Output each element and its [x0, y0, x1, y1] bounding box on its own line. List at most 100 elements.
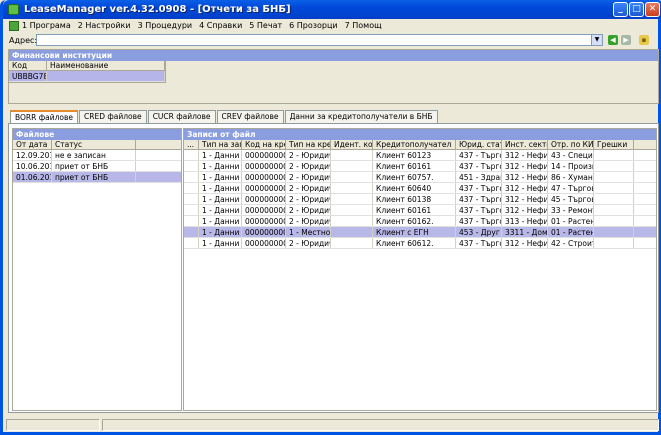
- record-row[interactable]: 1 - Данни за00000000072 - Юридиче Клиент …: [184, 216, 656, 227]
- record-cell-inst-sector: 312 - Нефинан: [502, 161, 548, 171]
- column-header-record-type[interactable]: Тип на запис: [199, 140, 242, 149]
- record-row[interactable]: 1 - Данни за00000000032 - Юридиче Клиент …: [184, 172, 656, 183]
- column-header-credit-code[interactable]: Код на креди: [242, 140, 286, 149]
- record-cell-record-type: 1 - Данни за: [199, 216, 242, 226]
- record-cell-legal-status: 437 - Търговс: [456, 161, 502, 171]
- record-row[interactable]: 1 - Данни за00000000042 - Юридиче Клиент …: [184, 183, 656, 194]
- record-cell-record-type: 1 - Данни за: [199, 194, 242, 204]
- back-arrow-icon[interactable]: ◀: [608, 35, 618, 45]
- institutions-panel: Финансови институции Код Наименование UB…: [8, 49, 659, 104]
- app-menu-icon[interactable]: [9, 20, 19, 31]
- file-row[interactable]: 12.09.2011не е записан: [13, 150, 181, 161]
- record-cell-credit-code: 0000000009: [242, 238, 286, 248]
- column-header-name[interactable]: Наименование: [47, 61, 165, 70]
- column-header-status[interactable]: Статус: [52, 140, 136, 149]
- record-row[interactable]: 1 - Данни за00000000092 - Юридиче Клиент …: [184, 238, 656, 249]
- file-type-tabs: BORR файлове CRED файлове CUCR файлове C…: [10, 110, 439, 124]
- record-cell-borrower: Клиент 60757.: [373, 172, 456, 182]
- record-cell-errors: [594, 150, 634, 160]
- record-cell-ident-code: [331, 205, 373, 215]
- record-cell-record-type: 1 - Данни за: [199, 150, 242, 160]
- record-cell-credit-code: 0000000008: [242, 227, 286, 237]
- record-cell-legal-status: 437 - Търговс: [456, 216, 502, 226]
- address-input[interactable]: ▼: [36, 34, 603, 46]
- address-dropdown-icon[interactable]: ▼: [591, 35, 602, 45]
- column-header-credit-type[interactable]: Тип на креди: [286, 140, 331, 149]
- record-cell-select: [184, 194, 199, 204]
- record-cell-errors: [594, 227, 634, 237]
- column-header-from-date[interactable]: От дата: [13, 140, 52, 149]
- record-cell-credit-type: 2 - Юридиче: [286, 172, 331, 182]
- tab-content: Файлове От дата Статус 12.09.2011не е за…: [8, 123, 659, 413]
- status-cell-left: [6, 419, 100, 431]
- record-cell-ident-code: [331, 227, 373, 237]
- record-cell-credit-type: 2 - Юридиче: [286, 238, 331, 248]
- address-bar: Адрес: ▼ ◀ ▶ ▪: [6, 33, 661, 47]
- record-cell-kid-branch: 42 - Строител: [548, 238, 594, 248]
- record-cell-borrower: Клиент 60612.: [373, 238, 456, 248]
- record-cell-errors: [594, 205, 634, 215]
- maximize-button[interactable]: □: [629, 2, 644, 17]
- institution-row[interactable]: UBBBG789: [9, 71, 165, 82]
- menu-bar: 1 Програма 2 Настройки 3 Процедури 4 Спр…: [6, 19, 661, 32]
- menu-program[interactable]: 1 Програма: [22, 21, 71, 30]
- record-cell-credit-code: 0000000001: [242, 150, 286, 160]
- tab-crev[interactable]: CREV файлове: [216, 110, 284, 123]
- tab-borrower-data[interactable]: Данни за кредитополучатели в БНБ: [284, 110, 438, 123]
- menu-procedures[interactable]: 3 Процедури: [138, 21, 193, 30]
- file-row[interactable]: 01.06.2011приет от БНБ: [13, 172, 181, 183]
- institutions-header: Финансови институции: [9, 50, 658, 61]
- forward-arrow-icon[interactable]: ▶: [621, 35, 631, 45]
- record-cell-kid-branch: 33 - Ремонт и: [548, 205, 594, 215]
- record-cell-credit-code: 0000000007: [242, 216, 286, 226]
- tab-borr[interactable]: BORR файлове: [10, 110, 79, 124]
- record-cell-inst-sector: 312 - Нефинан: [502, 238, 548, 248]
- column-header-ident-code[interactable]: Идент. код: [331, 140, 373, 149]
- record-cell-credit-type: 2 - Юридиче: [286, 150, 331, 160]
- record-cell-errors: [594, 161, 634, 171]
- menu-settings[interactable]: 2 Настройки: [78, 21, 131, 30]
- column-header-code[interactable]: Код: [9, 61, 47, 70]
- menu-print[interactable]: 5 Печат: [249, 21, 282, 30]
- record-row[interactable]: 1 - Данни за00000000081 - Местно ф Клиент…: [184, 227, 656, 238]
- record-cell-select: [184, 161, 199, 171]
- close-button[interactable]: ✕: [645, 2, 660, 17]
- record-cell-errors: [594, 238, 634, 248]
- record-cell-record-type: 1 - Данни за: [199, 172, 242, 182]
- menu-reports[interactable]: 4 Справки: [199, 21, 242, 30]
- institution-code: UBBBG789: [9, 71, 47, 81]
- record-cell-credit-code: 0000000003: [242, 172, 286, 182]
- status-bar: [6, 419, 661, 432]
- tab-cred[interactable]: CRED файлове: [79, 110, 147, 123]
- column-header-errors[interactable]: Грешки: [594, 140, 634, 149]
- column-header-inst-sector[interactable]: Инст. сектор: [502, 140, 548, 149]
- column-header-kid-branch[interactable]: Отр. по КИД: [548, 140, 594, 149]
- tab-cucr[interactable]: CUCR файлове: [147, 110, 216, 123]
- record-row[interactable]: 1 - Данни за00000000062 - Юридиче Клиент …: [184, 205, 656, 216]
- column-header-select[interactable]: ...: [184, 140, 199, 149]
- menu-windows[interactable]: 6 Прозорци: [289, 21, 338, 30]
- record-cell-kid-branch: 43 - Специали: [548, 150, 594, 160]
- record-cell-record-type: 1 - Данни за: [199, 238, 242, 248]
- record-cell-legal-status: 437 - Търговс: [456, 183, 502, 193]
- record-cell-select: [184, 150, 199, 160]
- column-header-legal-status[interactable]: Юрид. статут: [456, 140, 502, 149]
- record-cell-errors: [594, 183, 634, 193]
- record-cell-kid-branch: 14 - Производ: [548, 161, 594, 171]
- record-cell-borrower: Клиент 60640: [373, 183, 456, 193]
- record-cell-credit-type: 1 - Местно ф: [286, 227, 331, 237]
- title-bar[interactable]: LeaseManager ver.4.32.0908 - [Отчети за …: [3, 0, 661, 19]
- minimize-button[interactable]: _: [613, 2, 628, 17]
- record-cell-legal-status: 437 - Търговс: [456, 194, 502, 204]
- file-row[interactable]: 10.06.2011приет от БНБ: [13, 161, 181, 172]
- menu-help[interactable]: 7 Помощ: [345, 21, 382, 30]
- files-panel: Файлове От дата Статус 12.09.2011не е за…: [12, 128, 182, 411]
- app-icon: [8, 4, 19, 15]
- record-cell-legal-status: 453 - Друг суб: [456, 227, 502, 237]
- record-row[interactable]: 1 - Данни за00000000022 - Юридиче Клиент …: [184, 161, 656, 172]
- record-row[interactable]: 1 - Данни за00000000052 - Юридиче Клиент …: [184, 194, 656, 205]
- record-row[interactable]: 1 - Данни за00000000012 - Юридиче Клиент …: [184, 150, 656, 161]
- records-panel: Записи от файл ...Тип на записКод на кре…: [183, 128, 657, 411]
- column-header-borrower[interactable]: Кредитополучател: [373, 140, 456, 149]
- folder-icon[interactable]: ▪: [639, 35, 649, 45]
